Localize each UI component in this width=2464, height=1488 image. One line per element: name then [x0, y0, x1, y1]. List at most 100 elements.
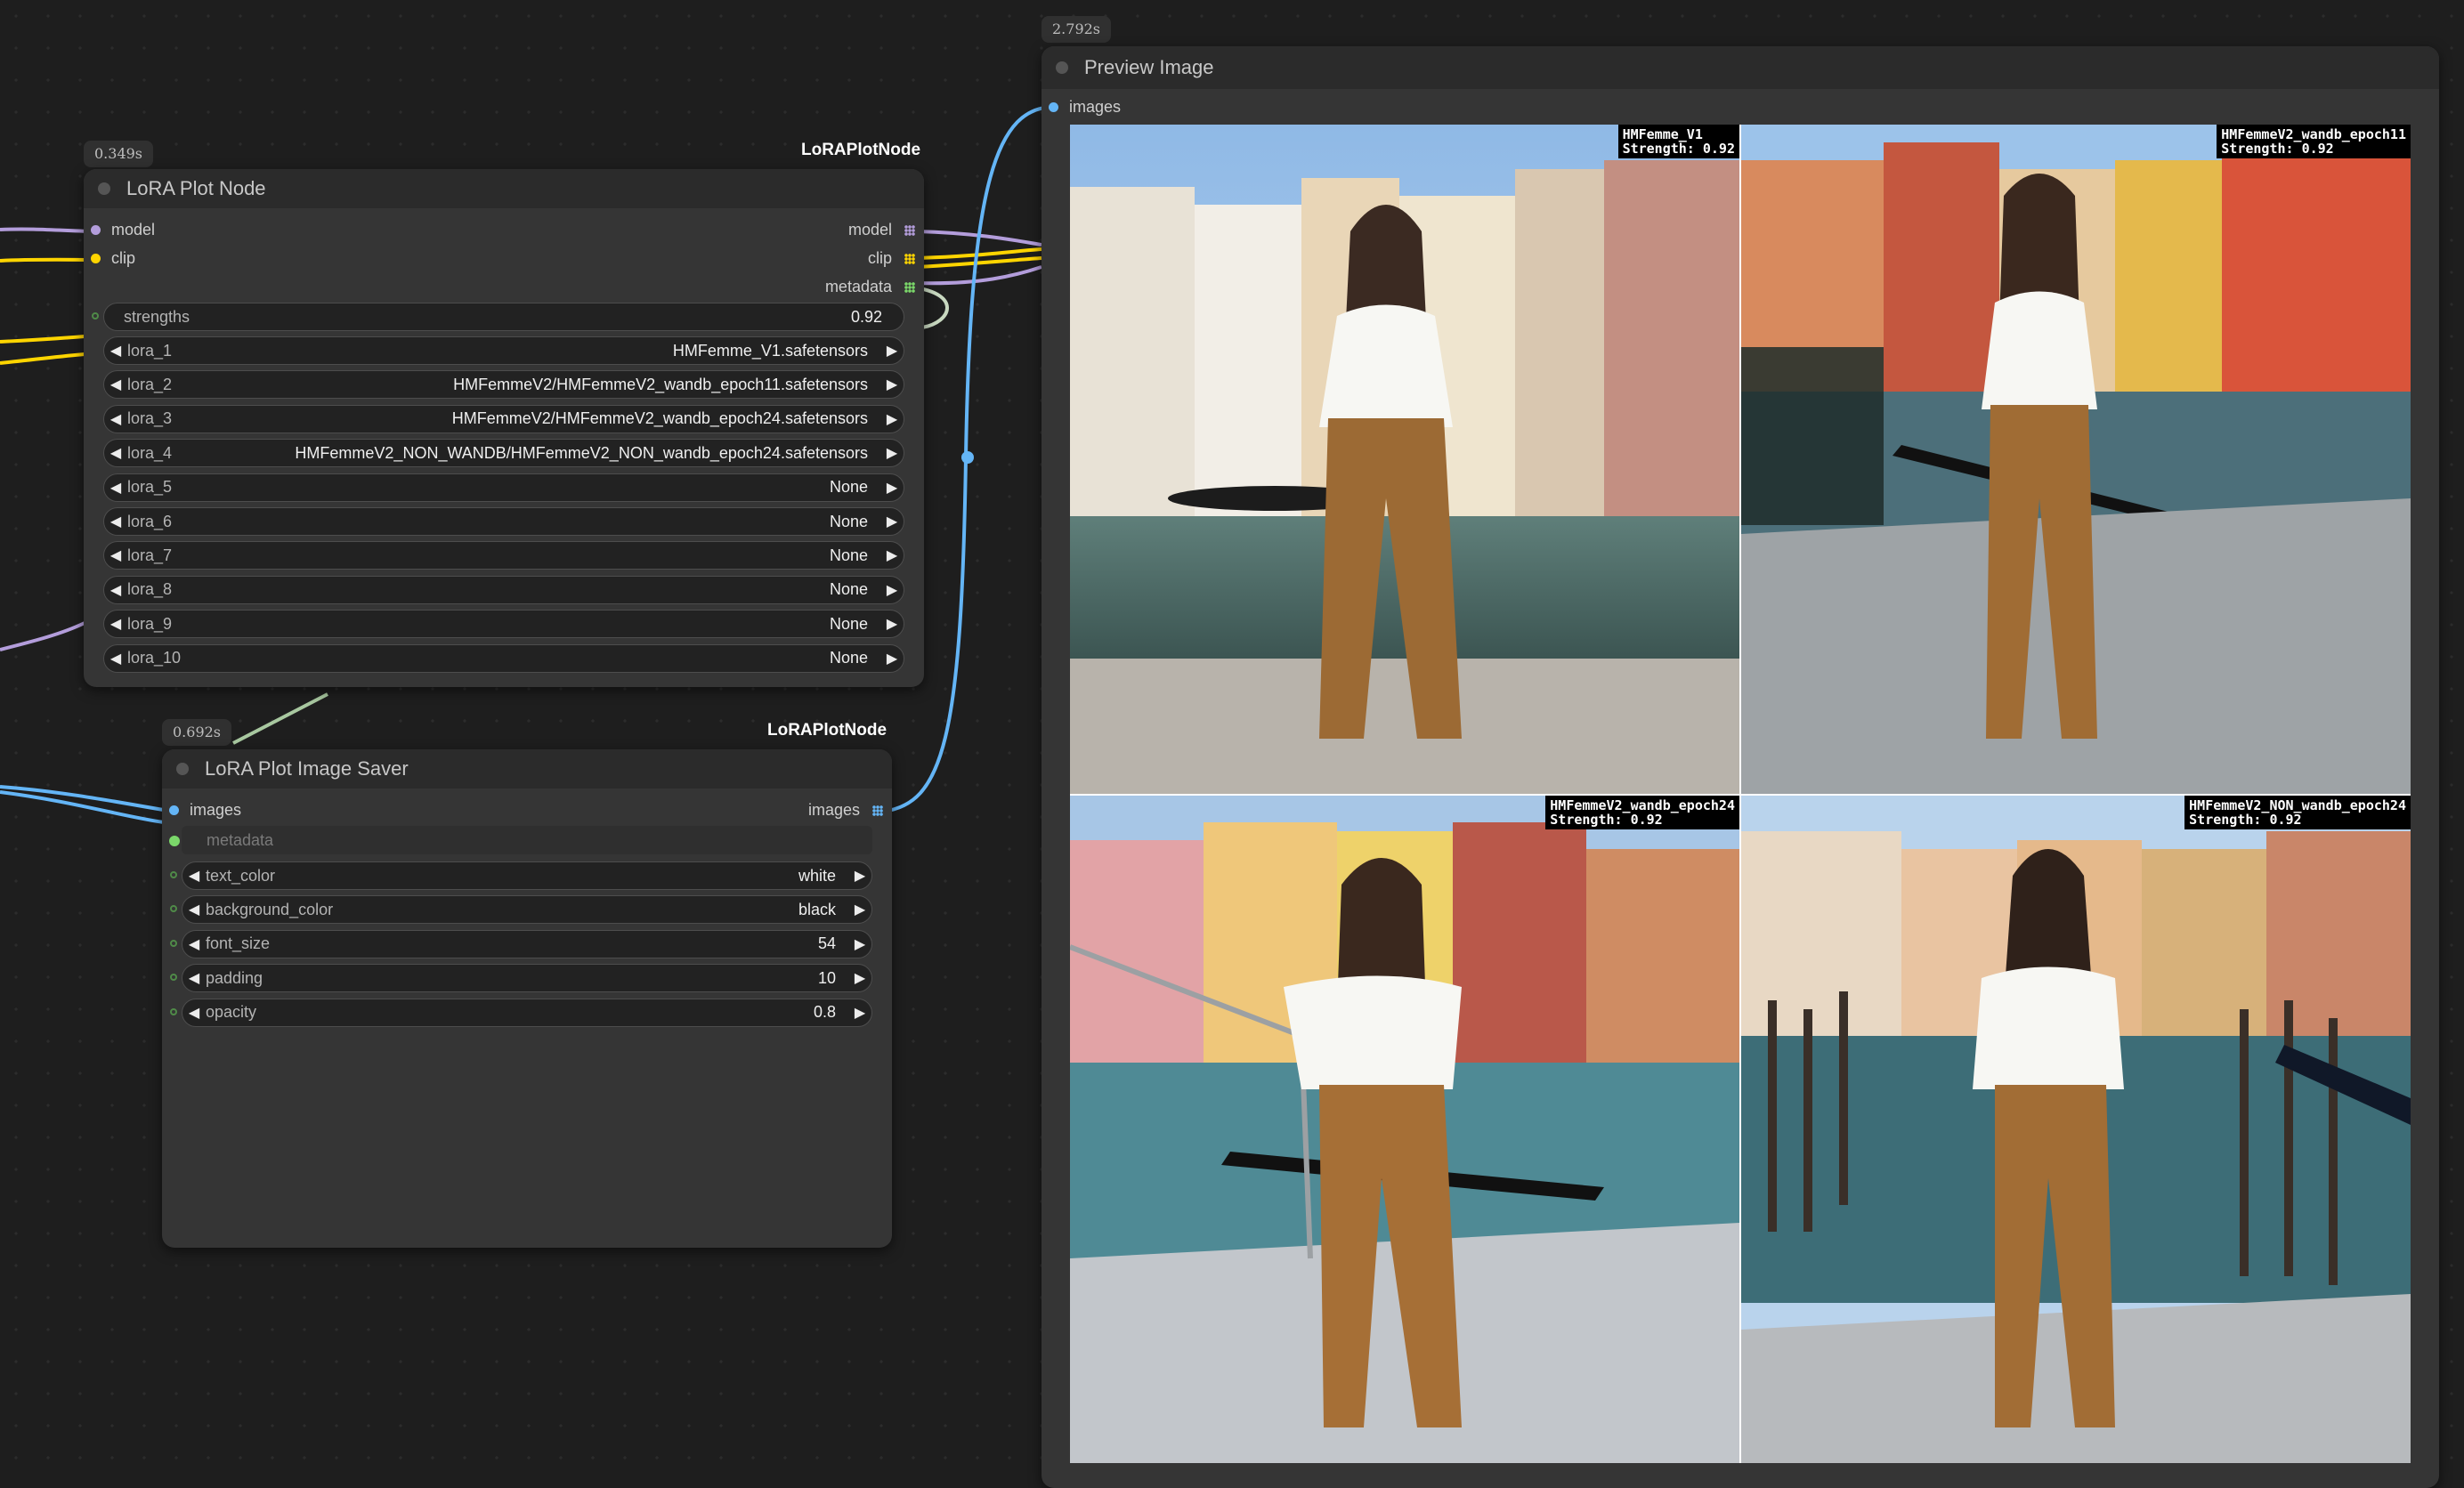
arrow-right-icon[interactable]: ▶	[880, 581, 904, 599]
arrow-right-icon[interactable]: ▶	[880, 546, 904, 564]
arrow-left-icon[interactable]: ◀	[104, 650, 127, 667]
arrow-left-icon[interactable]: ◀	[104, 444, 127, 462]
grid-pin-icon[interactable]	[904, 281, 915, 293]
arrow-right-icon[interactable]: ▶	[880, 615, 904, 633]
grid-pin-icon[interactable]	[904, 253, 915, 264]
saver-widget-padding[interactable]: ◀ padding 10 ▶	[182, 964, 872, 993]
saver-widget-font-size[interactable]: ◀ font_size 54 ▶	[182, 929, 872, 958]
preview-image-4[interactable]: HMFemmeV2_NON_wandb_epoch24 Strength: 0.9…	[1741, 796, 2411, 1463]
venice-photo-illustration	[1070, 796, 1739, 1463]
arrow-right-icon[interactable]: ▶	[848, 901, 871, 918]
lora-plot-image-saver-node[interactable]: LoRA Plot Image Saver images images meta…	[162, 749, 892, 1248]
strengths-widget[interactable]: strengths 0.92	[103, 303, 904, 331]
arrow-left-icon[interactable]: ◀	[182, 867, 206, 885]
venice-photo-illustration	[1741, 796, 2411, 1463]
widget-pin-icon[interactable]	[170, 871, 177, 878]
node-type-tag: LoRAPlotNode	[801, 141, 921, 159]
lora-combo-6[interactable]: ◀ lora_6 None ▶	[103, 507, 904, 536]
lora-combo-1[interactable]: ◀ lora_1 HMFemme_V1.safetensors ▶	[103, 336, 904, 365]
pin-icon[interactable]	[91, 254, 101, 263]
input-slot-clip[interactable]: clip	[91, 249, 135, 268]
arrow-right-icon[interactable]: ▶	[880, 376, 904, 393]
slot-label: images	[190, 801, 242, 819]
wire-reroute-dot	[961, 451, 974, 464]
preview-image-grid[interactable]: HMFemme_V1 Strength: 0.92 HMFemmeV2_wand…	[1070, 125, 2411, 1463]
lora-plot-node[interactable]: LoRA Plot Node model clip model clip met…	[84, 169, 924, 687]
output-slot-model[interactable]: model	[848, 221, 915, 239]
output-slot-metadata[interactable]: metadata	[825, 278, 915, 296]
arrow-right-icon[interactable]: ▶	[880, 410, 904, 428]
pin-icon[interactable]	[169, 805, 179, 815]
widget-label: strengths	[124, 307, 190, 326]
arrow-left-icon[interactable]: ◀	[104, 546, 127, 564]
input-slot-images[interactable]: images	[1049, 98, 1121, 117]
arrow-right-icon[interactable]: ▶	[880, 479, 904, 497]
node-header[interactable]: Preview Image	[1042, 46, 2439, 89]
arrow-left-icon[interactable]: ◀	[182, 1004, 206, 1022]
arrow-left-icon[interactable]: ◀	[104, 479, 127, 497]
input-slot-model[interactable]: model	[91, 221, 155, 239]
metadata-input-row[interactable]	[182, 826, 872, 854]
widget-label: lora_4	[127, 443, 173, 462]
widget-pin-icon[interactable]	[92, 312, 99, 319]
lora-combo-7[interactable]: ◀ lora_7 None ▶	[103, 541, 904, 570]
widget-pin-icon[interactable]	[170, 905, 177, 913]
preview-image-1[interactable]: HMFemme_V1 Strength: 0.92	[1070, 125, 1739, 794]
widget-pin-icon[interactable]	[170, 939, 177, 947]
lora-combo-8[interactable]: ◀ lora_8 None ▶	[103, 575, 904, 604]
input-slot-images[interactable]: images	[169, 801, 241, 820]
node-title: Preview Image	[1084, 56, 1214, 78]
collapse-dot-icon[interactable]	[176, 763, 189, 775]
arrow-left-icon[interactable]: ◀	[182, 901, 206, 918]
widget-value: black	[798, 900, 836, 918]
preview-image-2[interactable]: HMFemmeV2_wandb_epoch11 Strength: 0.92	[1741, 125, 2411, 794]
input-slot-metadata[interactable]: metadata	[169, 831, 273, 850]
arrow-right-icon[interactable]: ▶	[848, 1004, 871, 1022]
saver-widget-text-color[interactable]: ◀ text_color white ▶	[182, 861, 872, 890]
arrow-right-icon[interactable]: ▶	[880, 444, 904, 462]
saver-widget-opacity[interactable]: ◀ opacity 0.8 ▶	[182, 998, 872, 1027]
preview-image-3[interactable]: HMFemmeV2_wandb_epoch24 Strength: 0.92	[1070, 796, 1739, 1463]
widget-value: HMFemme_V1.safetensors	[672, 341, 868, 360]
lora-combo-4[interactable]: ◀ lora_4 HMFemmeV2_NON_WANDB/HMFemmeV2_NON…	[103, 439, 904, 468]
widget-pin-icon[interactable]	[170, 974, 177, 982]
lora-combo-9[interactable]: ◀ lora_9 None ▶	[103, 610, 904, 639]
arrow-left-icon[interactable]: ◀	[104, 342, 127, 360]
grid-pin-icon[interactable]	[904, 224, 915, 236]
arrow-right-icon[interactable]: ▶	[880, 513, 904, 530]
lora-combo-5[interactable]: ◀ lora_5 None ▶	[103, 473, 904, 502]
widget-value: HMFemmeV2/HMFemmeV2_wandb_epoch11.safete…	[453, 375, 868, 393]
saver-widget-background-color[interactable]: ◀ background_color black ▶	[182, 895, 872, 925]
lora-combo-10[interactable]: ◀ lora_10 None ▶	[103, 643, 904, 673]
arrow-right-icon[interactable]: ▶	[880, 342, 904, 360]
widget-label: lora_10	[127, 649, 182, 667]
arrow-left-icon[interactable]: ◀	[182, 969, 206, 987]
arrow-right-icon[interactable]: ▶	[880, 650, 904, 667]
lora-combo-3[interactable]: ◀ lora_3 HMFemmeV2/HMFemmeV2_wandb_epoch24…	[103, 404, 904, 433]
arrow-right-icon[interactable]: ▶	[848, 867, 871, 885]
arrow-left-icon[interactable]: ◀	[104, 410, 127, 428]
lora-combo-2[interactable]: ◀ lora_2 HMFemmeV2/HMFemmeV2_wandb_epoch11…	[103, 370, 904, 400]
arrow-left-icon[interactable]: ◀	[104, 376, 127, 393]
widget-label: lora_8	[127, 580, 173, 599]
widget-pin-icon[interactable]	[170, 1007, 177, 1015]
output-slot-images[interactable]: images	[808, 801, 883, 820]
grid-pin-icon[interactable]	[872, 805, 883, 816]
widget-value: 0.92	[850, 307, 882, 326]
arrow-right-icon[interactable]: ▶	[848, 935, 871, 953]
arrow-left-icon[interactable]: ◀	[104, 513, 127, 530]
arrow-left-icon[interactable]: ◀	[104, 581, 127, 599]
node-header[interactable]: LoRA Plot Image Saver	[162, 749, 892, 788]
arrow-left-icon[interactable]: ◀	[104, 615, 127, 633]
arrow-left-icon[interactable]: ◀	[182, 935, 206, 953]
pin-icon[interactable]	[91, 225, 101, 235]
output-slot-clip[interactable]: clip	[868, 249, 915, 268]
pin-icon[interactable]	[169, 835, 180, 846]
widget-value: 54	[817, 934, 836, 953]
pin-icon[interactable]	[1049, 102, 1058, 112]
collapse-dot-icon[interactable]	[1056, 61, 1068, 74]
node-header[interactable]: LoRA Plot Node	[84, 169, 924, 208]
preview-image-node[interactable]: Preview Image images HMFemme_V1 Strength…	[1042, 46, 2439, 1488]
collapse-dot-icon[interactable]	[98, 182, 110, 195]
arrow-right-icon[interactable]: ▶	[848, 969, 871, 987]
